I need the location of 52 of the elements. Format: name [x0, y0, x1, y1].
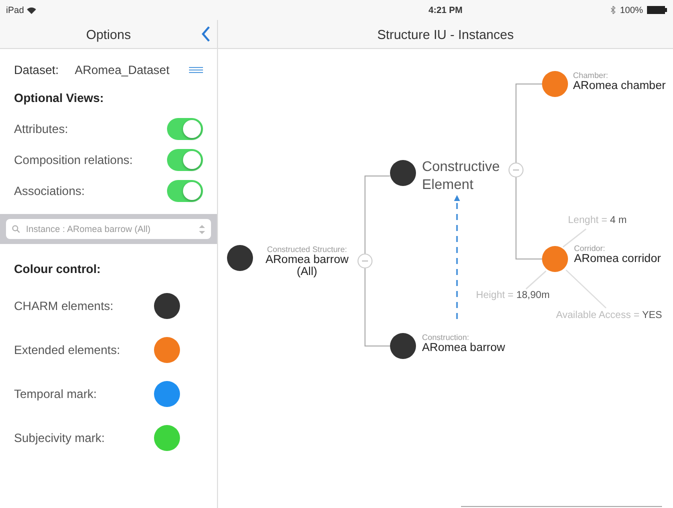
colour-swatch[interactable]	[154, 293, 180, 319]
node-label: Constructive Element	[422, 157, 500, 193]
node-name: ARomea corridor	[574, 253, 661, 265]
back-chevron-icon[interactable]	[201, 26, 211, 42]
colour-label: CHARM elements:	[14, 299, 114, 313]
clock: 4:21 PM	[427, 5, 462, 15]
collapse-icon[interactable]	[358, 254, 372, 268]
attribute-text: Height = 18,90m	[476, 290, 550, 301]
attribute-text: Lenght = 4 m	[568, 215, 627, 226]
dataset-value: ARomea_Dataset	[74, 63, 170, 77]
menu-icon[interactable]	[189, 67, 203, 73]
colour-label: Temporal mark:	[14, 387, 98, 401]
toggle-switch[interactable]	[167, 118, 203, 140]
toggle-switch[interactable]	[167, 180, 203, 202]
colour-label: Extended elements:	[14, 343, 122, 357]
collapse-icon[interactable]	[508, 162, 524, 178]
toggle-switch[interactable]	[167, 148, 203, 170]
node-caption: Construction:	[422, 333, 470, 342]
node-name: ARomea barrow	[422, 342, 506, 354]
search-icon	[12, 225, 20, 233]
node-dot[interactable]	[542, 71, 568, 97]
colour-swatch[interactable]	[154, 337, 180, 363]
toggle-label: Associations:	[14, 184, 85, 198]
node-caption: Chamber:	[573, 71, 608, 80]
wifi-icon	[27, 6, 36, 14]
node-dot[interactable]	[390, 333, 416, 359]
section-title: Optional Views:	[13, 90, 105, 107]
node-caption: Constructed Structure:	[266, 245, 348, 254]
leader-line	[566, 270, 606, 308]
toggle-label: Composition relations:	[14, 152, 133, 166]
toggle-label: Attributes:	[14, 122, 68, 136]
bluetooth-icon	[610, 6, 616, 14]
attribute-text: Available Access = YES	[556, 310, 662, 321]
node-dot[interactable]	[227, 245, 253, 271]
node-dot[interactable]	[542, 246, 568, 272]
battery-percent: 100%	[620, 5, 643, 15]
colour-label: Subjecivity mark:	[14, 431, 106, 445]
colour-swatch[interactable]	[154, 425, 180, 451]
node-name: ARomea barrow (All)	[264, 254, 350, 278]
panel-title: Options	[86, 26, 131, 42]
window-title: Structure IU - Instances	[377, 26, 514, 42]
dataset-label: Dataset:	[14, 63, 59, 77]
leader-line	[526, 270, 546, 290]
battery-icon	[647, 6, 667, 14]
search-field[interactable]: Instance : ARomea barrow (All)	[6, 219, 211, 239]
node-dot[interactable]	[390, 160, 416, 186]
colour-swatch[interactable]	[154, 381, 180, 407]
node-caption: Corridor:	[574, 244, 606, 253]
device-name: iPad	[6, 5, 24, 15]
section-title: Colour control:	[13, 261, 102, 278]
node-name: ARomea chamber	[573, 80, 666, 92]
stepper-icon[interactable]	[199, 224, 205, 234]
